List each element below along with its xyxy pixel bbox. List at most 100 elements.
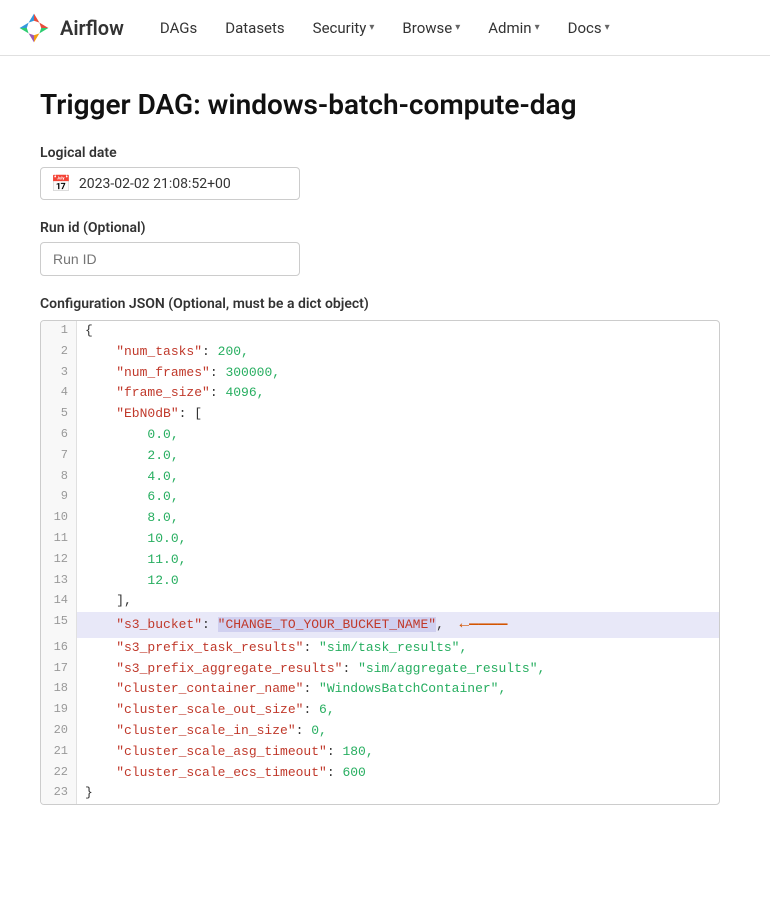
line-number: 10 xyxy=(41,508,77,529)
nav-item-dags: DAGs xyxy=(148,11,209,45)
line-content: 6.0, xyxy=(77,487,719,508)
json-line: 8 4.0, xyxy=(41,467,719,488)
nav-item-admin: Admin ▾ xyxy=(476,11,551,45)
nav-label-docs: Docs xyxy=(568,19,602,37)
browse-caret-icon: ▾ xyxy=(455,22,460,33)
nav-link-admin[interactable]: Admin ▾ xyxy=(476,11,551,45)
nav-label-datasets: Datasets xyxy=(225,19,284,37)
nav-link-docs[interactable]: Docs ▾ xyxy=(556,11,622,45)
json-line: 2 "num_tasks": 200, xyxy=(41,342,719,363)
line-content: "frame_size": 4096, xyxy=(77,383,719,404)
line-number: 2 xyxy=(41,342,77,363)
brand-name: Airflow xyxy=(60,16,124,40)
json-line: 22 "cluster_scale_ecs_timeout": 600 xyxy=(41,763,719,784)
line-number: 14 xyxy=(41,591,77,612)
line-number: 20 xyxy=(41,721,77,742)
line-number: 13 xyxy=(41,571,77,592)
json-line: 9 6.0, xyxy=(41,487,719,508)
line-content: "cluster_scale_out_size": 6, xyxy=(77,700,719,721)
line-number: 23 xyxy=(41,783,77,804)
nav-link-security[interactable]: Security ▾ xyxy=(301,11,387,45)
nav-item-browse: Browse ▾ xyxy=(390,11,472,45)
line-content: 10.0, xyxy=(77,529,719,550)
line-content: "cluster_container_name": "WindowsBatchC… xyxy=(77,679,719,700)
nav-link-datasets[interactable]: Datasets xyxy=(213,11,296,45)
line-content: "num_frames": 300000, xyxy=(77,363,719,384)
json-line: 12 11.0, xyxy=(41,550,719,571)
line-content: { xyxy=(77,321,719,342)
admin-caret-icon: ▾ xyxy=(535,22,540,33)
nav-link-dags[interactable]: DAGs xyxy=(148,11,209,45)
calendar-icon: 📅 xyxy=(51,174,71,193)
line-number: 18 xyxy=(41,679,77,700)
json-editor[interactable]: 1{2 "num_tasks": 200,3 "num_frames": 300… xyxy=(40,320,720,805)
json-line: 19 "cluster_scale_out_size": 6, xyxy=(41,700,719,721)
line-number: 17 xyxy=(41,659,77,680)
main-content: Trigger DAG: windows-batch-compute-dag L… xyxy=(0,56,760,837)
nav-label-browse: Browse xyxy=(402,19,452,37)
json-line: 10 8.0, xyxy=(41,508,719,529)
nav-item-security: Security ▾ xyxy=(301,11,387,45)
config-json-label: Configuration JSON (Optional, must be a … xyxy=(40,296,720,312)
line-content: 2.0, xyxy=(77,446,719,467)
line-number: 11 xyxy=(41,529,77,550)
line-content: } xyxy=(77,783,719,804)
line-content: 8.0, xyxy=(77,508,719,529)
json-line: 13 12.0 xyxy=(41,571,719,592)
nav-label-admin: Admin xyxy=(488,19,531,37)
line-content: 0.0, xyxy=(77,425,719,446)
json-line: 20 "cluster_scale_in_size": 0, xyxy=(41,721,719,742)
line-number: 4 xyxy=(41,383,77,404)
nav-item-docs: Docs ▾ xyxy=(556,11,622,45)
line-content: "cluster_scale_asg_timeout": 180, xyxy=(77,742,719,763)
json-line: 14 ], xyxy=(41,591,719,612)
line-number: 22 xyxy=(41,763,77,784)
json-line: 1{ xyxy=(41,321,719,342)
run-id-label: Run id (Optional) xyxy=(40,220,720,236)
json-line: 17 "s3_prefix_aggregate_results": "sim/a… xyxy=(41,659,719,680)
json-line: 3 "num_frames": 300000, xyxy=(41,363,719,384)
arrow-annotation-icon: ←———— xyxy=(450,612,508,638)
line-content: "cluster_scale_ecs_timeout": 600 xyxy=(77,763,719,784)
run-id-input[interactable] xyxy=(40,242,300,276)
docs-caret-icon: ▾ xyxy=(605,22,610,33)
brand-link[interactable]: Airflow xyxy=(16,10,124,46)
line-content: "EbN0dB": [ xyxy=(77,404,719,425)
line-number: 9 xyxy=(41,487,77,508)
line-content: "s3_bucket": "CHANGE_TO_YOUR_BUCKET_NAME… xyxy=(77,612,719,638)
nav-menu: DAGs Datasets Security ▾ Browse ▾ Admin … xyxy=(148,11,622,45)
json-line: 21 "cluster_scale_asg_timeout": 180, xyxy=(41,742,719,763)
nav-label-dags: DAGs xyxy=(160,19,197,37)
json-line: 7 2.0, xyxy=(41,446,719,467)
line-content: "s3_prefix_aggregate_results": "sim/aggr… xyxy=(77,659,719,680)
line-content: ], xyxy=(77,591,719,612)
json-line: 6 0.0, xyxy=(41,425,719,446)
json-line: 18 "cluster_container_name": "WindowsBat… xyxy=(41,679,719,700)
line-number: 1 xyxy=(41,321,77,342)
logical-date-input[interactable]: 📅 2023-02-02 21:08:52+00 xyxy=(40,167,300,200)
line-content: 12.0 xyxy=(77,571,719,592)
line-number: 5 xyxy=(41,404,77,425)
line-number: 19 xyxy=(41,700,77,721)
security-caret-icon: ▾ xyxy=(369,22,374,33)
nav-item-datasets: Datasets xyxy=(213,11,296,45)
line-number: 6 xyxy=(41,425,77,446)
line-content: 4.0, xyxy=(77,467,719,488)
json-lines: 1{2 "num_tasks": 200,3 "num_frames": 300… xyxy=(41,321,719,804)
line-number: 3 xyxy=(41,363,77,384)
line-number: 21 xyxy=(41,742,77,763)
nav-label-security: Security xyxy=(313,19,367,37)
nav-link-browse[interactable]: Browse ▾ xyxy=(390,11,472,45)
line-number: 7 xyxy=(41,446,77,467)
json-line: 16 "s3_prefix_task_results": "sim/task_r… xyxy=(41,638,719,659)
logical-date-value: 2023-02-02 21:08:52+00 xyxy=(79,176,231,192)
json-line: 5 "EbN0dB": [ xyxy=(41,404,719,425)
logical-date-label: Logical date xyxy=(40,145,720,161)
json-line: 11 10.0, xyxy=(41,529,719,550)
line-number: 12 xyxy=(41,550,77,571)
line-content: "s3_prefix_task_results": "sim/task_resu… xyxy=(77,638,719,659)
line-content: "cluster_scale_in_size": 0, xyxy=(77,721,719,742)
line-content: "num_tasks": 200, xyxy=(77,342,719,363)
json-line: 23} xyxy=(41,783,719,804)
line-number: 8 xyxy=(41,467,77,488)
